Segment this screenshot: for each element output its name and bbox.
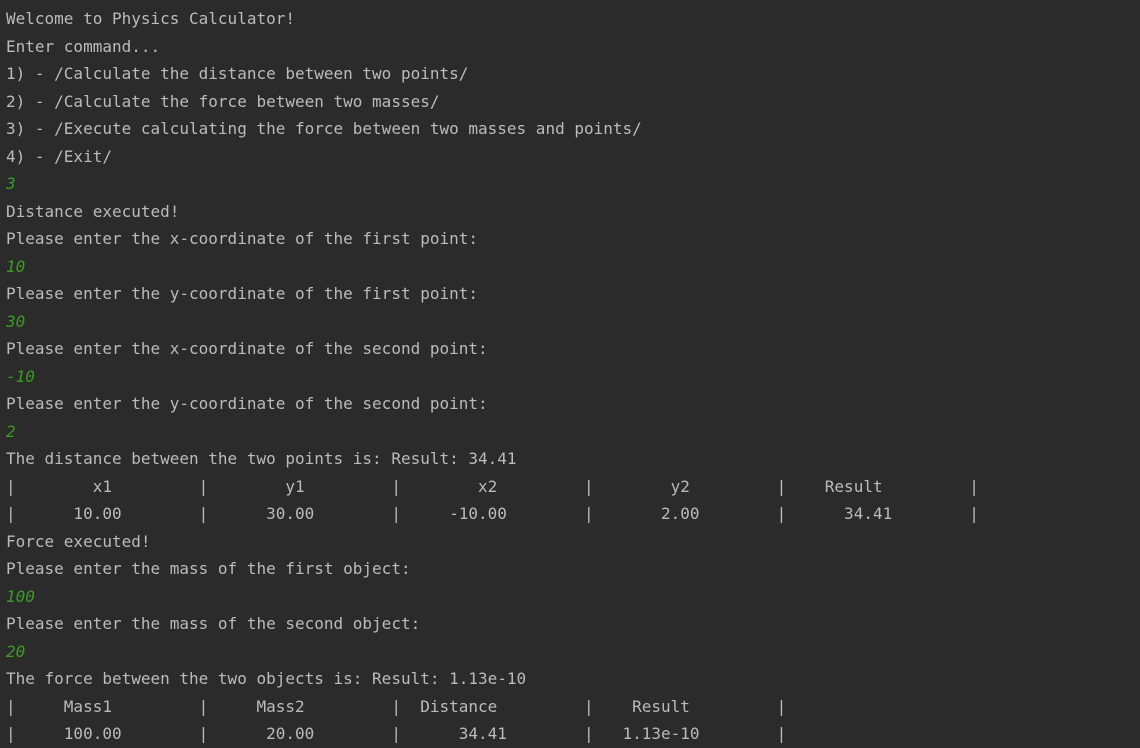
console-output-line: Please enter the x-coordinate of the sec… — [6, 339, 488, 358]
console-output-line: Enter command... — [6, 36, 161, 56]
console-output-line: 3) - /Execute calculating the force betw… — [6, 119, 642, 138]
console-output-line: Please enter the y-coordinate of the fir… — [6, 284, 479, 303]
console-output-line: | 100.00 | 20.00 | 34.41 | 1.13e-10 | — [6, 724, 787, 743]
console-output-line: 2) - /Calculate the force between two ma… — [6, 91, 440, 111]
console-output-line: 4) - /Exit/ — [6, 146, 112, 166]
console-user-input-line: 20 — [6, 641, 26, 661]
console-output-line: | Mass1 | Mass2 | Distance | Result | — [6, 696, 787, 716]
console-user-input-line: 2 — [6, 421, 16, 441]
console-output-line: Distance executed! — [6, 201, 180, 221]
console-output-line: Please enter the mass of the first objec… — [6, 559, 411, 578]
console-user-input-line: 3 — [6, 174, 16, 193]
console-output-line: Please enter the mass of the second obje… — [6, 614, 421, 633]
console-output-line: | 10.00 | 30.00 | -10.00 | 2.00 | 34.41 … — [6, 504, 979, 523]
console-user-input-line: 30 — [6, 311, 26, 331]
console-user-input-line: -10 — [6, 366, 35, 386]
console-output[interactable]: Welcome to Physics Calculator! Enter comm… — [6, 5, 1140, 748]
console-output-line: Force executed! — [6, 531, 151, 551]
console-output-line: Welcome to Physics Calculator! — [6, 9, 295, 28]
console-output-line: Please enter the x-coordinate of the fir… — [6, 229, 479, 248]
console-user-input-line: 10 — [6, 256, 26, 276]
console-output-line: | x1 | y1 | x2 | y2 | Result | — [6, 476, 979, 496]
console-user-input-line: 100 — [6, 586, 35, 606]
console-output-line: Please enter the y-coordinate of the sec… — [6, 394, 488, 413]
console-output-line: The force between the two objects is: Re… — [6, 669, 527, 688]
console-output-line: The distance between the two points is: … — [6, 449, 517, 468]
console-output-line: 1) - /Calculate the distance between two… — [6, 64, 469, 83]
